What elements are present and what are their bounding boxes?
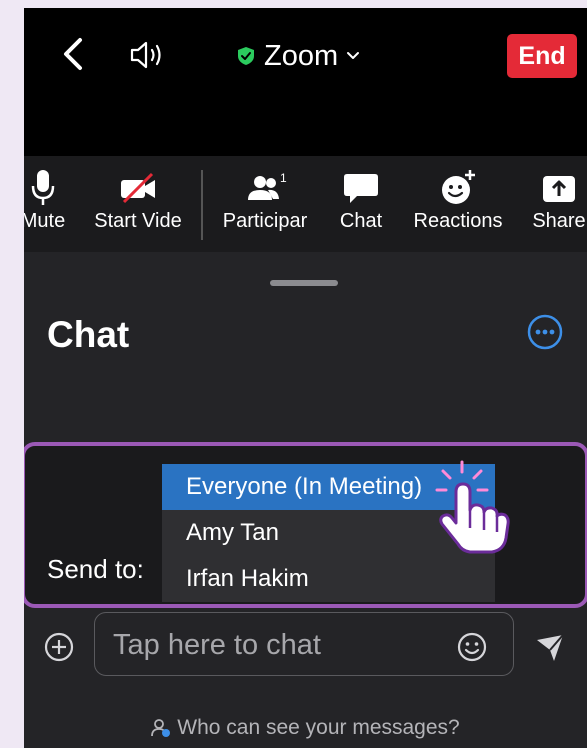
- participants-icon: 1: [248, 171, 287, 200]
- start-video-label: Start Vide: [94, 210, 182, 232]
- share-arrow-icon: [543, 176, 575, 202]
- send-icon[interactable]: [534, 632, 566, 664]
- more-options-icon[interactable]: [527, 314, 563, 350]
- reaction-emoji-icon: [442, 170, 475, 204]
- drag-handle[interactable]: [270, 280, 338, 286]
- back-arrow-icon[interactable]: [54, 34, 94, 74]
- meeting-toolbar: Mute Start Vide 1 Participar Chat Reacti…: [24, 156, 587, 252]
- participants-label: Participar: [222, 210, 308, 232]
- mute-label: Mute: [24, 210, 66, 232]
- end-meeting-button[interactable]: End: [507, 34, 577, 78]
- chat-input-box[interactable]: [94, 612, 514, 676]
- chat-panel-title: Chat: [47, 314, 130, 355]
- send-to-label: Send to:: [47, 554, 144, 584]
- video-off-icon: [121, 172, 155, 204]
- start-video-button[interactable]: Start Vide: [90, 156, 186, 252]
- share-label: Share: [532, 210, 586, 232]
- chevron-down-icon: [347, 52, 360, 59]
- share-button[interactable]: Share: [527, 156, 587, 252]
- participants-button[interactable]: 1 Participar: [216, 156, 314, 252]
- recipient-option-label: Amy Tan: [186, 519, 279, 546]
- add-attachment-icon[interactable]: [44, 632, 74, 662]
- chat-panel: Chat Send to: Everyone (In Meeting) Amy …: [24, 252, 587, 748]
- meeting-title: Zoom: [264, 39, 339, 72]
- reactions-button[interactable]: Reactions: [410, 156, 506, 252]
- microphone-icon: [31, 170, 55, 205]
- recipient-option-label: Everyone (In Meeting): [186, 473, 423, 500]
- reactions-label: Reactions: [413, 210, 503, 232]
- meeting-header: Zoom End: [24, 8, 587, 103]
- person-info-icon: [151, 719, 171, 737]
- chat-button[interactable]: Chat: [334, 156, 388, 252]
- pointer-hand-icon: [435, 460, 510, 554]
- emoji-icon[interactable]: [456, 631, 488, 663]
- phone-screen: Zoom End Mute Start Vide 1 Participar Ch…: [24, 8, 587, 748]
- chat-message-input[interactable]: [111, 623, 445, 667]
- recipient-option-label: Irfan Hakim: [186, 565, 309, 592]
- message-visibility-link[interactable]: Who can see your messages?: [24, 716, 587, 740]
- mute-button[interactable]: Mute: [24, 156, 72, 252]
- speaker-icon[interactable]: [128, 38, 168, 72]
- toolbar-divider: [201, 170, 203, 240]
- recipient-option-irfan-hakim[interactable]: Irfan Hakim: [162, 556, 495, 602]
- message-visibility-text: Who can see your messages?: [177, 716, 460, 739]
- meeting-title-button[interactable]: Zoom: [236, 36, 360, 76]
- chat-bubble-icon: [344, 174, 378, 203]
- participant-count-badge: 1: [280, 171, 287, 185]
- chat-label: Chat: [339, 210, 383, 232]
- shield-check-icon: [238, 47, 254, 65]
